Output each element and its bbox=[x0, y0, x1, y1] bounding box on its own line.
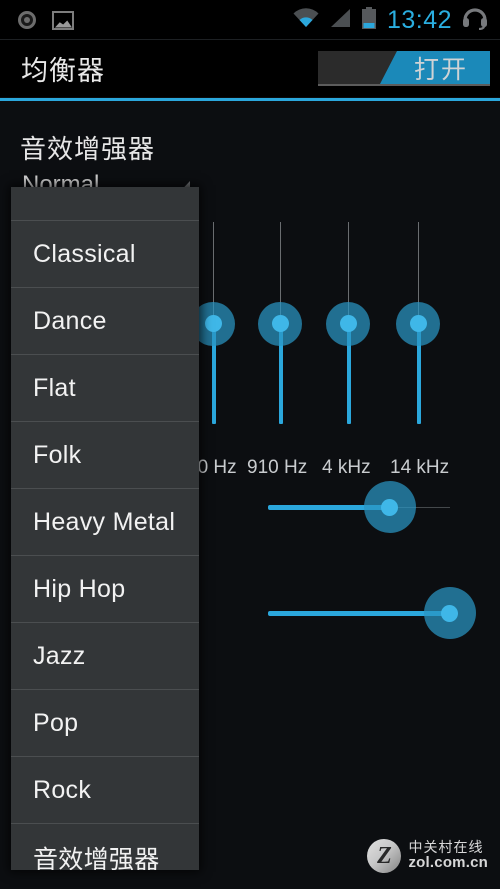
dropdown-item-label: Dance bbox=[33, 306, 107, 335]
dropdown-item-label: Rock bbox=[33, 775, 92, 804]
dropdown-item-label: Hip Hop bbox=[33, 574, 126, 603]
zol-logo-icon: Z bbox=[367, 839, 402, 873]
status-bar: 13:42 bbox=[0, 0, 500, 40]
dropdown-item-folk[interactable]: Folk bbox=[11, 422, 199, 489]
phone-screen: 13:42 均衡器 打开 音效增强器 Normal 30 Hz 910 Hz 4… bbox=[0, 0, 500, 889]
status-bar-clock: 13:42 bbox=[386, 5, 452, 34]
disc-icon bbox=[18, 11, 36, 29]
signal-icon bbox=[329, 8, 351, 33]
dropdown-item-rock[interactable]: Rock bbox=[11, 757, 199, 824]
preset-dropdown-popup[interactable]: Normal Classical Dance Flat Folk Heavy M… bbox=[11, 187, 199, 870]
dropdown-item-normal[interactable]: Normal bbox=[11, 187, 199, 221]
title-bar: 均衡器 打开 bbox=[0, 40, 500, 97]
eq-band-label-2: 910 Hz bbox=[247, 457, 308, 478]
slider-track-fill bbox=[268, 611, 450, 616]
watermark-line-cn: 中关村在线 bbox=[408, 839, 484, 856]
dropdown-item-sound-enhancer[interactable]: 音效增强器 bbox=[11, 824, 199, 871]
dropdown-item-label: 音效增强器 bbox=[33, 845, 160, 871]
dropdown-item-label: Classical bbox=[33, 239, 136, 268]
slider-thumb[interactable] bbox=[441, 605, 458, 622]
eq-band-label-3: 4 kHz bbox=[322, 457, 371, 478]
eq-thumb[interactable] bbox=[410, 315, 427, 332]
headset-icon bbox=[462, 5, 488, 35]
dropdown-item-label: Pop bbox=[33, 708, 79, 737]
zol-watermark-text: 中关村在线 zol.com.cn bbox=[408, 840, 488, 871]
eq-band-label-4: 14 kHz bbox=[390, 457, 450, 478]
dropdown-item-flat[interactable]: Flat bbox=[11, 355, 199, 422]
watermark-line-en: zol.com.cn bbox=[408, 854, 488, 872]
dropdown-item-label: Folk bbox=[33, 440, 82, 469]
page-title: 均衡器 bbox=[21, 56, 105, 86]
zol-watermark: Z 中关村在线 zol.com.cn bbox=[367, 839, 488, 873]
equalizer-power-toggle[interactable]: 打开 bbox=[318, 51, 490, 86]
dropdown-item-label: Jazz bbox=[33, 641, 86, 670]
eq-thumb[interactable] bbox=[340, 315, 357, 332]
status-bar-right-icons: 13:42 bbox=[293, 5, 488, 35]
dropdown-item-label: Heavy Metal bbox=[33, 507, 176, 536]
dropdown-item-dance[interactable]: Dance bbox=[11, 288, 199, 355]
dropdown-item-heavy-metal[interactable]: Heavy Metal bbox=[11, 489, 199, 556]
dropdown-item-label: Flat bbox=[33, 373, 76, 402]
dropdown-item-jazz[interactable]: Jazz bbox=[11, 623, 199, 690]
dropdown-item-pop[interactable]: Pop bbox=[11, 690, 199, 757]
status-bar-left-icons bbox=[18, 10, 74, 30]
toggle-label: 打开 bbox=[413, 55, 468, 84]
dropdown-item-hip-hop[interactable]: Hip Hop bbox=[11, 556, 199, 623]
dropdown-item-label: Normal bbox=[33, 187, 115, 190]
picture-icon bbox=[52, 10, 74, 30]
eq-thumb[interactable] bbox=[205, 315, 222, 332]
bass-boost-slider[interactable] bbox=[268, 481, 450, 533]
wifi-icon bbox=[293, 7, 319, 33]
slider-thumb[interactable] bbox=[381, 499, 398, 516]
dropdown-item-classical[interactable]: Classical bbox=[11, 221, 199, 288]
battery-icon bbox=[361, 6, 377, 34]
virtualizer-slider[interactable] bbox=[268, 587, 476, 639]
eq-thumb[interactable] bbox=[272, 315, 289, 332]
